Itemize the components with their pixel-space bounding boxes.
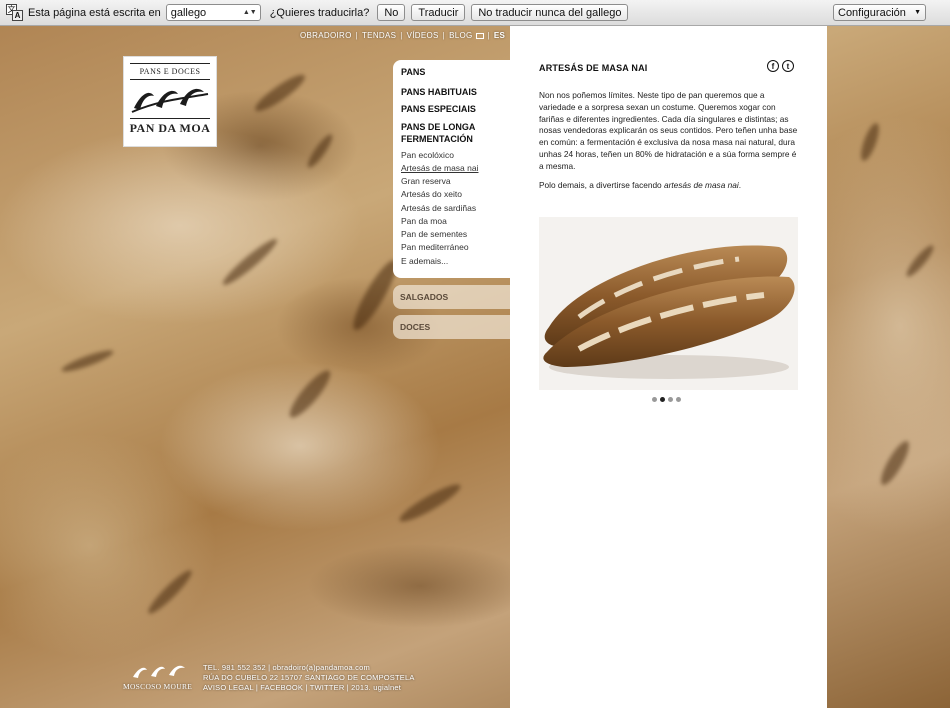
menu-pans-longa-line1[interactable]: PANS DE LONGA [401,122,475,132]
nav-obradoiro[interactable]: OBRADOIRO [300,31,352,40]
menu-sub-item[interactable]: Pan ecolóxico [401,150,454,160]
closing-text: Polo demais, a divertirse facendo [539,180,664,190]
nav-separator: | [487,31,490,40]
facebook-icon[interactable]: f [767,60,779,72]
slider-dots [652,397,681,402]
menu-sub-item[interactable]: Artesás do xeito [401,189,462,199]
tab-salgados[interactable]: SALGADOS [393,285,510,309]
pan-da-moa-logo[interactable]: PANS E DOCES PAN DA MOA [123,56,217,147]
nav-tendas[interactable]: TENDAS [362,31,396,40]
monitor-icon [475,32,484,39]
bread-photo[interactable] [539,217,798,390]
logo-rule [130,79,210,80]
twitter-icon[interactable]: t [782,60,794,72]
page-title: ARTESÁS DE MASA NAI [539,63,648,73]
language-select[interactable]: gallego ▲▼ [165,4,261,21]
slider-dot-active[interactable] [660,397,665,402]
product-menu: PANS PANS HABITUAIS PANS ESPECIAIS PANS … [393,60,510,278]
description-closing: Polo demais, a divertirse facendo artesá… [539,180,801,192]
top-navigation: OBRADOIRO | TENDAS | VÍDEOS | BLOG | ES [300,31,505,40]
settings-label: Configuración [838,6,906,19]
nav-videos[interactable]: VÍDEOS [407,31,439,40]
menu-pans-especiais[interactable]: PANS ESPECIAIS [401,104,476,114]
menu-sub-item[interactable]: Pan de sementes [401,229,467,239]
menu-pans-habituais[interactable]: PANS HABITUAIS [401,87,477,97]
language-select-value: gallego [170,6,207,19]
select-arrows-icon: ▲▼ [242,9,257,16]
footer-brand-name: MOSCOSO MOURE [123,682,193,691]
translate-icon: 文A [6,3,24,22]
slider-dot[interactable] [676,397,681,402]
menu-pans-longa-line2[interactable]: FERMENTACIÓN [401,134,473,144]
menu-sub-item[interactable]: Pan mediterráneo [401,242,469,252]
menu-sub-item-active[interactable]: Artesás de masa nai [401,163,478,173]
menu-sub-item[interactable]: Pan da moa [401,216,447,226]
menu-heading-pans[interactable]: PANS [401,67,425,77]
translate-prefix: Esta página está escrita en [28,6,161,19]
nav-separator: | [355,31,358,40]
logo-rule [130,63,210,64]
social-links: f t [767,60,794,72]
logo-rule [130,118,210,119]
footer-links[interactable]: AVISO LEGAL | FACEBOOK | TWITTER | 2013.… [203,683,463,693]
footer-contact[interactable]: TEL. 981 552 352 | obradoiro(a)pandamoa.… [203,663,463,673]
translate-button[interactable]: Traducir [411,4,466,21]
translate-question: ¿Quieres traducirla? [269,6,370,19]
closing-period: . [738,180,742,190]
footer-address: RÚA DO CUBELO 22 15707 SANTIAGO DE COMPO… [203,673,415,682]
menu-sub-item[interactable]: Artesás de sardiñas [401,203,476,213]
chevron-down-icon: ▼ [914,9,921,16]
translate-bar: 文A Esta página está escrita en gallego ▲… [0,0,950,26]
nav-separator: | [400,31,403,40]
nav-language-es[interactable]: ES [494,31,505,40]
logo-name: PAN DA MOA [129,121,211,135]
nav-blog[interactable]: BLOG [449,31,472,40]
description-paragraph: Non nos poñemos límites. Neste tipo de p… [539,90,798,171]
settings-select[interactable]: Configuración ▼ [833,4,926,21]
tab-doces[interactable]: DOCES [393,315,510,339]
never-translate-button[interactable]: No traducir nunca del gallego [471,4,629,21]
footer-brand: MOSCOSO MOURE [123,663,197,691]
footer-wave-mark [133,665,185,678]
logo-tagline: PANS E DOCES [139,67,201,76]
nav-separator: | [442,31,446,40]
logo-wave-mark [131,88,209,113]
bread-loaves-image [543,245,795,379]
footer-info: TEL. 981 552 352 | obradoiro(a)pandamoa.… [203,663,463,693]
closing-emphasis: artesás de masa nai [663,180,739,190]
menu-sub-item[interactable]: Gran reserva [401,176,451,186]
content-panel: ARTESÁS DE MASA NAI f t Non nos poñemos … [510,26,827,708]
slider-dot[interactable] [652,397,657,402]
slider-dot[interactable] [668,397,673,402]
menu-sub-item[interactable]: E ademais... [401,256,448,266]
no-button[interactable]: No [377,4,406,21]
